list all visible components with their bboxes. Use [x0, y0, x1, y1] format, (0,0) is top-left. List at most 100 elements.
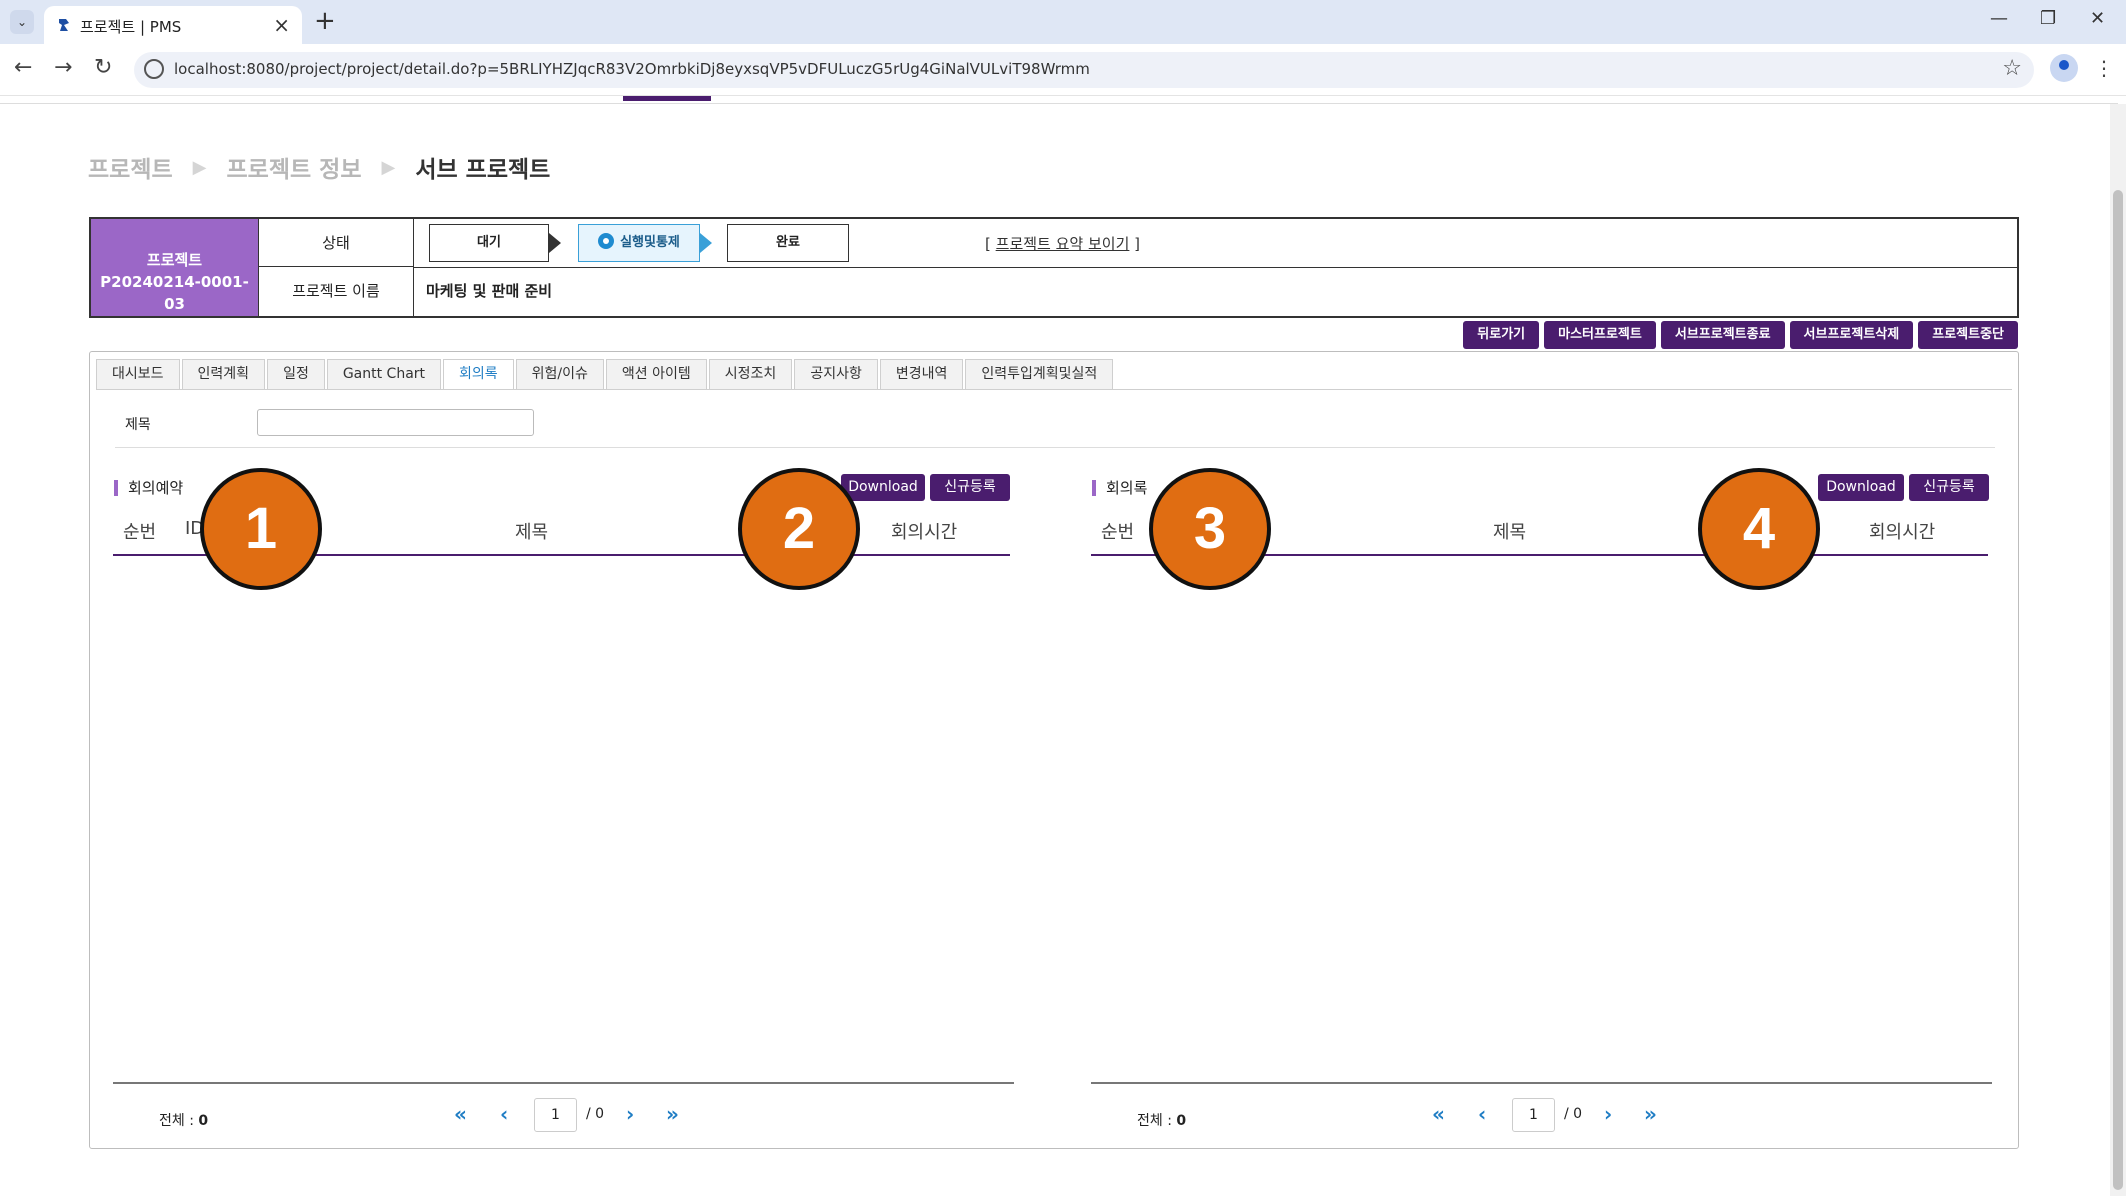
forward-icon[interactable]: → — [54, 56, 72, 80]
next-page-icon[interactable]: › — [626, 1104, 634, 1124]
minutes-download-button[interactable]: Download — [1818, 474, 1904, 501]
window-close-button[interactable]: ✕ — [2090, 8, 2105, 29]
page-number-input[interactable]: 1 — [1512, 1098, 1555, 1132]
prev-page-icon[interactable]: ‹ — [500, 1104, 508, 1124]
tab-action-items[interactable]: 액션 아이템 — [605, 359, 707, 389]
column-title: 제목 — [515, 522, 549, 543]
end-subproject-button[interactable]: 서브프로젝트종료 — [1660, 321, 1785, 349]
location-pin-icon — [598, 232, 615, 249]
browser-menu-icon[interactable]: ⋮ — [2094, 56, 2114, 80]
stop-project-button[interactable]: 프로젝트중단 — [1918, 321, 2018, 349]
tab-search-button[interactable]: ⌄ — [10, 10, 34, 34]
column-title: 제목 — [1493, 522, 1527, 543]
minutes-table-bottom — [1091, 1082, 1992, 1084]
profile-avatar-icon[interactable] — [2050, 54, 2078, 82]
minutes-register-button[interactable]: 신규등록 — [1909, 474, 1989, 501]
minutes-total-label: 전체 : — [1137, 1113, 1172, 1129]
browser-toolbar: ← → ↻ localhost:8080/project/project/det… — [0, 44, 2126, 96]
breadcrumb-separator-icon: ▶ — [192, 156, 207, 178]
reservation-pager: « ‹ 1 / 0 › » — [454, 1098, 694, 1132]
tab-staffing-actuals[interactable]: 인력투입계획및실적 — [965, 359, 1114, 389]
bookmark-star-icon[interactable]: ☆ — [2002, 56, 2022, 81]
status-step-executing-label: 실행및통제 — [620, 235, 680, 250]
project-summary-link-text[interactable]: 프로젝트 요약 보이기 — [996, 235, 1130, 253]
page-number-input[interactable]: 1 — [534, 1098, 577, 1132]
reservation-total-value: 0 — [198, 1113, 209, 1129]
page-total: / 0 — [586, 1106, 605, 1122]
tab-staffing-plan[interactable]: 인력계획 — [181, 359, 266, 389]
last-page-icon[interactable]: » — [666, 1104, 679, 1124]
reservation-total: 전체 : 0 — [159, 1110, 208, 1130]
annotation-marker-2: 2 — [738, 468, 860, 590]
tab-corrective-action[interactable]: 시정조치 — [708, 359, 793, 389]
page-total: / 0 — [1564, 1106, 1583, 1122]
app-top-strip — [0, 96, 2118, 104]
breadcrumb: 프로젝트 ▶ 프로젝트 정보 ▶ 서브 프로젝트 — [88, 150, 550, 184]
tab-schedule[interactable]: 일정 — [267, 359, 325, 389]
tabs-divider — [96, 389, 2012, 390]
column-seq: 순번 — [1101, 522, 1135, 543]
back-icon[interactable]: ← — [14, 56, 32, 80]
minutes-total-value: 0 — [1176, 1113, 1187, 1129]
address-bar[interactable]: localhost:8080/project/project/detail.do… — [134, 52, 2034, 88]
project-tabs: 대시보드 인력계획 일정 Gantt Chart 회의록 위험/이슈 액션 아이… — [96, 359, 1115, 389]
delete-subproject-button[interactable]: 서브프로젝트삭제 — [1789, 321, 1914, 349]
site-info-icon[interactable] — [144, 59, 164, 79]
breadcrumb-item-project[interactable]: 프로젝트 — [88, 150, 173, 184]
url-text[interactable]: localhost:8080/project/project/detail.do… — [174, 60, 1090, 78]
column-meeting-time: 회의시간 — [1869, 522, 1936, 543]
reservation-register-button[interactable]: 신규등록 — [930, 474, 1010, 501]
tab-change-history[interactable]: 변경내역 — [879, 359, 964, 389]
master-project-button[interactable]: 마스터프로젝트 — [1544, 321, 1656, 349]
row-divider — [414, 267, 2017, 268]
tab-dashboard[interactable]: 대시보드 — [96, 359, 180, 389]
prev-page-icon[interactable]: ‹ — [1478, 1104, 1486, 1124]
summary-bracket-close: ] — [1134, 235, 1141, 253]
scrollbar-thumb[interactable] — [2113, 190, 2123, 1190]
status-step-executing: 실행및통제 — [578, 224, 700, 262]
reservation-download-button[interactable]: Download — [841, 474, 925, 501]
annotation-marker-4: 4 — [1698, 468, 1820, 590]
project-name-label: 프로젝트 이름 — [258, 267, 414, 316]
reload-icon[interactable]: ↻ — [94, 56, 112, 80]
project-id-label: 프로젝트 — [146, 251, 203, 269]
project-id-code: P20240214-0001-03 — [100, 273, 249, 313]
last-page-icon[interactable]: » — [1644, 1104, 1657, 1124]
minimize-button[interactable]: — — [1990, 8, 2008, 29]
step-arrow-icon — [549, 233, 561, 253]
restore-button[interactable]: ❐ — [2040, 8, 2056, 29]
next-page-icon[interactable]: › — [1604, 1104, 1612, 1124]
reservation-total-label: 전체 : — [159, 1113, 194, 1129]
title-filter-label: 제목 — [125, 417, 151, 433]
tab-risk-issue[interactable]: 위험/이슈 — [515, 359, 604, 389]
site-favicon-icon — [59, 19, 69, 31]
title-filter-input[interactable] — [257, 409, 534, 436]
browser-tab-strip: ⌄ 프로젝트 | PMS × + — ❐ ✕ — [0, 0, 2126, 44]
tab-gantt-chart[interactable]: Gantt Chart — [326, 359, 442, 389]
project-summary-link[interactable]: [ 프로젝트 요약 보이기 ] — [985, 233, 1140, 254]
new-tab-button[interactable]: + — [314, 6, 336, 36]
tab-close-icon[interactable]: × — [273, 13, 290, 37]
meeting-minutes-title: 회의록 — [1092, 480, 1147, 496]
breadcrumb-item-project-info[interactable]: 프로젝트 정보 — [227, 150, 362, 184]
browser-tab[interactable]: 프로젝트 | PMS × — [44, 6, 302, 44]
first-page-icon[interactable]: « — [454, 1104, 467, 1124]
project-info-box: 프로젝트 P20240214-0001-03 상태 프로젝트 이름 대기 실행및… — [89, 217, 2019, 318]
active-nav-indicator — [623, 96, 711, 101]
project-action-bar: 뒤로가기 마스터프로젝트 서브프로젝트종료 서브프로젝트삭제 프로젝트중단 — [1463, 321, 2018, 349]
breadcrumb-item-current: 서브 프로젝트 — [415, 157, 551, 183]
column-seq: 순번 — [123, 522, 157, 543]
tab-meeting-minutes[interactable]: 회의록 — [443, 359, 514, 389]
column-meeting-time: 회의시간 — [891, 522, 958, 543]
meeting-panel: 대시보드 인력계획 일정 Gantt Chart 회의록 위험/이슈 액션 아이… — [89, 351, 2019, 1149]
meeting-reservation-title: 회의예약 — [114, 480, 183, 496]
browser-tab-title: 프로젝트 | PMS — [80, 18, 182, 36]
filter-divider — [115, 447, 1995, 448]
first-page-icon[interactable]: « — [1432, 1104, 1445, 1124]
annotation-marker-3: 3 — [1149, 468, 1271, 590]
page-scrollbar[interactable] — [2110, 104, 2126, 1196]
back-button[interactable]: 뒤로가기 — [1463, 321, 1540, 349]
tab-notices[interactable]: 공지사항 — [794, 359, 878, 389]
step-arrow-icon — [700, 233, 712, 253]
reservation-table-bottom — [113, 1082, 1014, 1084]
